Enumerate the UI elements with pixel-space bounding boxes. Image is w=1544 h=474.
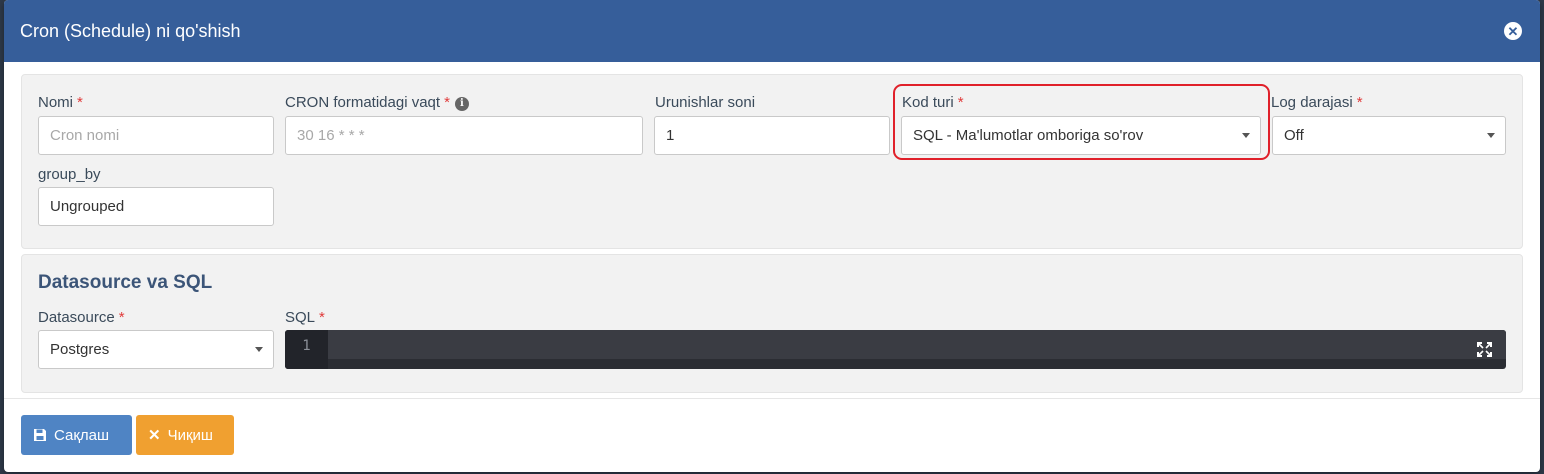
attempts-value: 1	[666, 127, 675, 144]
attempts-field[interactable]: 1	[654, 116, 890, 155]
code-type-value: SQL - Ma'lumotlar omboriga so'rov	[913, 127, 1144, 144]
modal-header: Cron (Schedule) ni qo'shish ✕	[4, 0, 1540, 62]
datasource-label-text: Datasource	[38, 309, 115, 326]
required-mark: *	[319, 309, 325, 326]
sql-label-text: SQL	[285, 309, 316, 326]
caret-down-icon	[1242, 133, 1250, 138]
save-button[interactable]: Сақлаш	[21, 415, 132, 455]
datasource-value: Postgres	[50, 341, 110, 358]
required-mark: *	[957, 94, 964, 111]
exit-button[interactable]: ✕ Чиқиш	[136, 415, 234, 455]
code-type-label: Kod turi *	[902, 94, 964, 111]
datasource-panel	[21, 254, 1523, 393]
cron-label-text: CRON formatidagi vaqt	[285, 94, 441, 111]
footer-divider	[4, 398, 1540, 399]
name-input[interactable]	[50, 127, 262, 144]
sql-label: SQL *	[285, 309, 325, 326]
floppy-disk-icon	[33, 428, 47, 442]
datasource-label: Datasource *	[38, 309, 125, 326]
cron-field[interactable]	[285, 116, 643, 155]
log-level-label: Log darajasi *	[1271, 94, 1363, 111]
attempts-label: Urunishlar soni	[655, 94, 756, 111]
required-mark: *	[1356, 94, 1363, 111]
cron-label: CRON formatidagi vaqt * i	[285, 94, 469, 111]
exit-button-label: Чиқиш	[167, 426, 213, 444]
modal-title: Cron (Schedule) ni qo'shish	[20, 20, 241, 41]
caret-down-icon	[1487, 133, 1495, 138]
log-level-label-text: Log darajasi	[1271, 94, 1353, 111]
editor-active-line[interactable]	[328, 330, 1506, 359]
code-type-label-text: Kod turi	[902, 94, 954, 111]
datasource-select[interactable]: Postgres	[38, 330, 274, 369]
caret-down-icon	[255, 347, 263, 352]
group-by-value: Ungrouped	[50, 198, 125, 215]
sql-editor[interactable]: 1	[285, 330, 1506, 369]
group-by-label: group_by	[38, 166, 101, 183]
fullscreen-icon[interactable]	[1477, 342, 1492, 357]
group-by-field[interactable]: Ungrouped	[38, 187, 274, 226]
log-level-value: Off	[1284, 127, 1304, 144]
info-icon[interactable]: i	[454, 97, 469, 111]
code-type-select[interactable]: SQL - Ma'lumotlar omboriga so'rov	[901, 116, 1261, 155]
close-icon: ✕	[148, 427, 161, 444]
required-mark: *	[118, 309, 125, 326]
close-icon[interactable]: ✕	[1504, 22, 1522, 40]
name-label: Nomi *	[38, 94, 83, 111]
line-number: 1	[285, 330, 328, 369]
save-button-label: Сақлаш	[54, 426, 110, 444]
cron-input[interactable]	[297, 127, 631, 144]
name-field[interactable]	[38, 116, 274, 155]
section-title: Datasource va SQL	[38, 272, 213, 293]
log-level-select[interactable]: Off	[1272, 116, 1506, 155]
required-mark: *	[444, 94, 450, 111]
modal-dialog: Cron (Schedule) ni qo'shish ✕ Nomi * CRON…	[4, 0, 1540, 472]
required-mark: *	[77, 94, 83, 111]
name-label-text: Nomi	[38, 94, 74, 111]
